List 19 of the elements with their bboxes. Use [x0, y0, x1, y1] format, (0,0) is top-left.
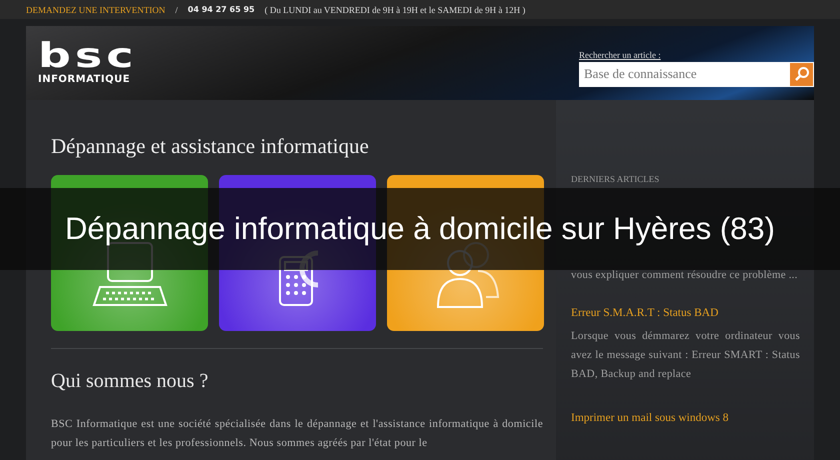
opening-hours: ( Du LUNDI au VENDREDI de 9H à 19H et le SAMEDI de 9H à 12H ) — [264, 4, 526, 14]
search-button[interactable] — [789, 62, 814, 86]
phone-number: 04 94 27 65 95 — [188, 5, 255, 14]
caption-text: Dépannage informatique à domicile sur Hyères (83) — [65, 211, 775, 247]
search-label: Rechercher un article : — [579, 50, 661, 60]
logo-text[interactable]: INFORMATIQUE — [38, 74, 130, 84]
page-title: Dépannage et assistance informatique — [51, 134, 370, 158]
section-title: Qui sommes nous ? — [51, 369, 210, 393]
article-excerpt: Lorsque vous démmarez votre ordinateur vous avez le message suivant : Erreur SMART : Status BAD, Backup and replace — [571, 329, 800, 382]
separator-text: / — [175, 4, 178, 14]
logo-mark[interactable]: bsc — [38, 42, 138, 70]
search-field[interactable]: Base de connaissance — [579, 62, 789, 86]
about-paragraph: BSC Informatique est une société spécialisée dans le dépannage et l'assistance informatique à domicile pour les particuliers et les professionnels. Nous sommes agréés par l'état pour le — [51, 417, 543, 451]
search-icon — [794, 66, 810, 82]
article-excerpt: vous expliquer comment résoudre ce problème ... — [571, 268, 799, 283]
article-link[interactable]: Imprimer un mail sous windows 8 — [571, 412, 800, 424]
intervention-link[interactable]: DEMANDEZ UNE INTERVENTION — [26, 4, 166, 14]
article-link[interactable]: Erreur S.M.A.R.T : Status BAD — [571, 307, 800, 319]
sidebar-heading: DERNIERS ARTICLES — [571, 174, 660, 184]
